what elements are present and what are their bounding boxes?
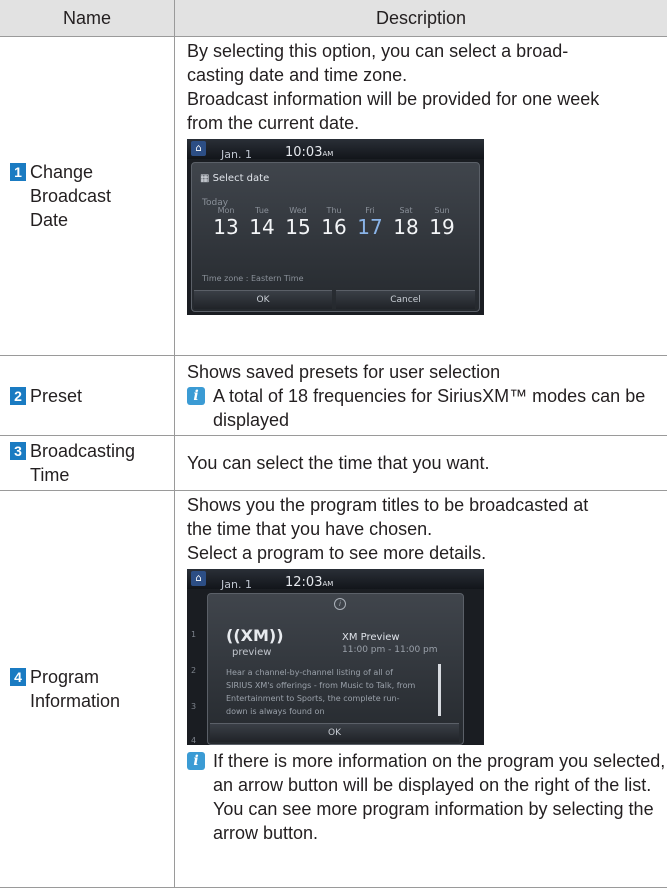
description-line: Broadcast information will be provided f… [187, 87, 667, 111]
day-number: 16 [316, 216, 352, 238]
number-badge: 3 [10, 442, 26, 460]
status-bar: ⌂ Jan. 1 10:03AM [187, 139, 484, 159]
description-line: By selecting this option, you can select… [187, 39, 667, 63]
note-text: A total of 18 frequencies for SiriusXM™ … [213, 384, 667, 432]
day-number: 19 [424, 216, 460, 238]
list-index: 2 [191, 659, 196, 683]
select-date-dialog: ▦ Select date Today Mon13 Tue14 Wed15 Th… [191, 162, 480, 312]
number-badge: 4 [10, 668, 26, 686]
day-number: 18 [388, 216, 424, 238]
description-line: the time that you have chosen. [187, 517, 667, 541]
row-name: Change Broadcast Date [30, 160, 140, 232]
cancel-button[interactable]: Cancel [336, 290, 475, 309]
note-text: If there is more information on the prog… [213, 749, 667, 845]
program-info-dialog: i ((XM)) preview XM Preview 11:00 pm - 1… [207, 593, 464, 745]
column-header-description: Description [175, 0, 667, 37]
column-header-name: Name [0, 0, 175, 37]
program-description: Hear a channel-by-channel listing of all… [226, 666, 416, 718]
day-option[interactable]: Mon13 [208, 206, 244, 238]
status-ampm: AM [322, 150, 333, 158]
day-option[interactable]: Tue14 [244, 206, 280, 238]
status-time-value: 10:03 [285, 145, 322, 160]
day-number: 15 [280, 216, 316, 238]
row-description-cell: Shows saved presets for user selection i… [175, 356, 667, 436]
ok-button[interactable]: OK [210, 723, 459, 742]
row-name: Broadcasting Time [30, 439, 165, 487]
table-row: 2 Preset Shows saved presets for user se… [0, 356, 667, 436]
day-option[interactable]: Wed15 [280, 206, 316, 238]
description-line: from the current date. [187, 111, 667, 135]
timezone-label[interactable]: Time zone : Eastern Time [202, 267, 304, 291]
home-icon: ⌂ [191, 141, 206, 156]
table-header-row: Name Description [0, 0, 667, 37]
row-description-cell: By selecting this option, you can select… [175, 37, 667, 356]
row-name-cell: 2 Preset [0, 356, 175, 436]
status-ampm: AM [322, 580, 333, 588]
table-row: 4 Program Information Shows you the prog… [0, 491, 667, 888]
day-number: 14 [244, 216, 280, 238]
description-table: Name Description 1 Change Broadcast Date… [0, 0, 667, 888]
day-number: 17 [352, 216, 388, 238]
row-name-cell: 3 Broadcasting Time [0, 436, 175, 491]
number-badge: 1 [10, 163, 26, 181]
row-name-cell: 4 Program Information [0, 491, 175, 888]
day-option[interactable]: Thu16 [316, 206, 352, 238]
scrollbar[interactable] [438, 664, 441, 716]
dialog-title-text: Select date [213, 173, 270, 184]
info-icon: i [187, 752, 205, 770]
xm-logo-subtitle: preview [232, 641, 271, 665]
day-option-selected[interactable]: Fri17 [352, 206, 388, 238]
description-line: Shows saved presets for user selection [187, 360, 667, 384]
day-option[interactable]: Sat18 [388, 206, 424, 238]
row-name: Program Information [30, 665, 140, 713]
note: i A total of 18 frequencies for SiriusXM… [187, 384, 667, 432]
table-row: 3 Broadcasting Time You can select the t… [0, 436, 667, 491]
dialog-title: ▦ Select date [200, 167, 269, 191]
row-name: Preset [30, 384, 82, 408]
status-time-value: 12:03 [285, 575, 322, 590]
description-line: casting date and time zone. [187, 63, 667, 87]
info-icon: i [334, 598, 346, 610]
program-time: 11:00 pm - 11:00 pm [342, 638, 438, 662]
day-list: Mon13 Tue14 Wed15 Thu16 Fri17 Sat18 Sun1… [208, 206, 460, 238]
row-description-cell: Shows you the program titles to be broad… [175, 491, 667, 888]
day-number: 13 [208, 216, 244, 238]
table-row: 1 Change Broadcast Date By selecting thi… [0, 37, 667, 356]
note: i If there is more information on the pr… [187, 749, 667, 845]
home-icon: ⌂ [191, 571, 206, 586]
select-date-screenshot: ⌂ Jan. 1 10:03AM ▦ Select date Today Mon… [187, 139, 484, 315]
row-name-cell: 1 Change Broadcast Date [0, 37, 175, 356]
program-info-screenshot: ⌂ Jan. 1 12:03AM 1 2 3 4 i ((XM)) previe… [187, 569, 484, 745]
list-index: 1 [191, 623, 196, 647]
description-line: Select a program to see more details. [187, 541, 667, 565]
number-badge: 2 [10, 387, 26, 405]
info-icon: i [187, 387, 205, 405]
list-index: 4 [191, 729, 196, 745]
description-line: You can select the time that you want. [187, 451, 667, 475]
row-description-cell: You can select the time that you want. [175, 436, 667, 491]
ok-button[interactable]: OK [194, 290, 332, 309]
list-index: 3 [191, 695, 196, 719]
status-bar: ⌂ Jan. 1 12:03AM [187, 569, 484, 589]
description-line: Shows you the program titles to be broad… [187, 493, 667, 517]
day-option[interactable]: Sun19 [424, 206, 460, 238]
